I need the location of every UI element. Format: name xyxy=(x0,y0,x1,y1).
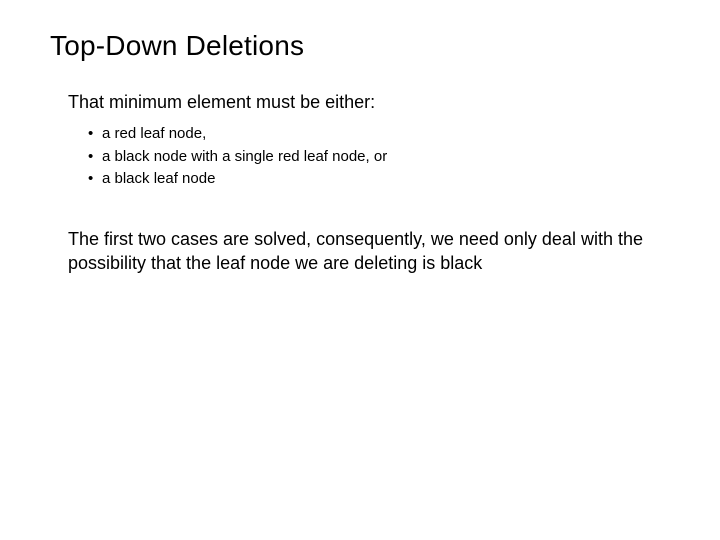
slide: Top-Down Deletions That minimum element … xyxy=(0,0,720,540)
list-item: a red leaf node, xyxy=(102,123,670,146)
list-item: a black node with a single red leaf node… xyxy=(102,146,670,169)
slide-title: Top-Down Deletions xyxy=(50,30,670,62)
bullet-list: a red leaf node, a black node with a sin… xyxy=(80,123,670,191)
list-item: a black leaf node xyxy=(102,168,670,191)
body-paragraph: The first two cases are solved, conseque… xyxy=(68,227,668,276)
lead-text: That minimum element must be either: xyxy=(68,92,670,113)
